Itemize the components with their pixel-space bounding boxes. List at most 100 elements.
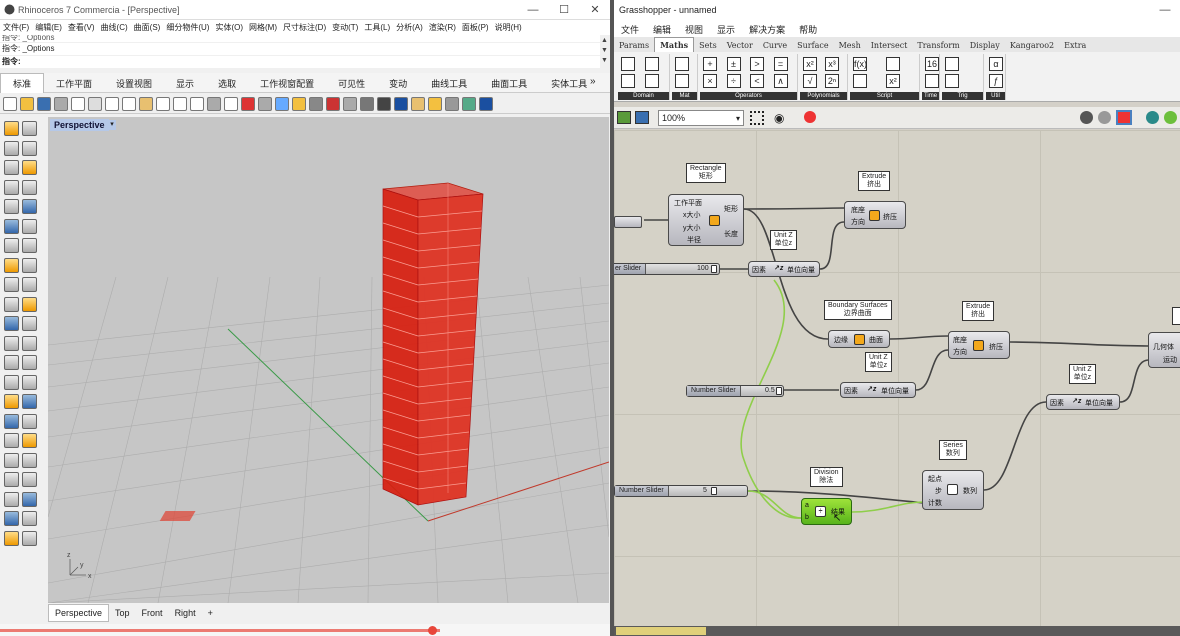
- ribbon-group-label[interactable]: Operators: [700, 92, 797, 100]
- document-icon[interactable]: [1146, 111, 1159, 124]
- save-file-icon[interactable]: [635, 111, 649, 124]
- viewport-tab-perspective[interactable]: Perspective: [48, 604, 110, 622]
- side-tool-21-1-icon[interactable]: [22, 530, 37, 546]
- slider3-knob[interactable]: [711, 487, 717, 495]
- side-tool-18-0-icon[interactable]: [4, 472, 19, 487]
- toolbar-tool-24-icon[interactable]: [411, 96, 425, 111]
- rhino-tab-1[interactable]: 工作平面: [44, 74, 104, 94]
- gh-tab-surface[interactable]: Surface: [792, 39, 833, 52]
- ribbon-5-1-icon[interactable]: [925, 74, 939, 88]
- zoom-extents-icon[interactable]: [750, 111, 764, 125]
- ribbon-2-4-icon[interactable]: >: [750, 57, 764, 71]
- side-tool-6-0-icon[interactable]: [4, 238, 19, 253]
- ribbon-0-0-icon[interactable]: [621, 57, 635, 71]
- ribbon-4-3-icon[interactable]: x²: [886, 74, 900, 88]
- toolbar-tool-27-icon[interactable]: [462, 96, 476, 111]
- side-tool-15-0-icon[interactable]: [4, 413, 19, 429]
- side-tool-17-0-icon[interactable]: [4, 452, 19, 468]
- rhino-tab-7[interactable]: 变动: [377, 74, 419, 94]
- gh-tab-kangaroo2[interactable]: Kangaroo2: [1005, 39, 1059, 52]
- series-component[interactable]: 起点 步 计数 数列: [922, 470, 984, 510]
- side-tool-8-1-icon[interactable]: [22, 277, 37, 292]
- side-tool-14-1-icon[interactable]: [22, 394, 37, 409]
- toolbar-tool-17-icon[interactable]: [292, 96, 306, 111]
- ribbon-group-label[interactable]: Script: [850, 92, 919, 100]
- ribbon-3-0-icon[interactable]: x²: [803, 57, 817, 71]
- zoom-select[interactable]: 100%: [658, 110, 744, 126]
- rhino-menu-item-14[interactable]: 说明(H): [492, 20, 525, 35]
- input-param-stub[interactable]: [614, 216, 642, 228]
- rhino-menu-item-0[interactable]: 文件(F): [0, 20, 32, 35]
- side-tool-17-1-icon[interactable]: [22, 452, 37, 468]
- rhino-menu-item-1[interactable]: 编辑(E): [32, 20, 65, 35]
- side-tool-19-1-icon[interactable]: [22, 491, 37, 507]
- gh-tab-transform[interactable]: Transform: [912, 39, 964, 52]
- toolbar-tool-4-icon[interactable]: [71, 96, 85, 111]
- ribbon-1-0-icon[interactable]: [675, 57, 689, 71]
- ribbon-2-7-icon[interactable]: ∧: [773, 74, 788, 88]
- side-tool-21-0-icon[interactable]: [4, 530, 19, 546]
- side-tool-15-1-icon[interactable]: [22, 413, 37, 429]
- toolbar-tool-1-icon[interactable]: [20, 96, 34, 111]
- gh-canvas[interactable]: Rectangle 矩形 工作平面 x大小 y大小 半径 矩形 长度 Extrud…: [614, 130, 1180, 626]
- side-tool-16-0-icon[interactable]: [4, 433, 19, 448]
- division-component[interactable]: a b ÷ 结果 ↖: [801, 498, 852, 525]
- side-tool-11-0-icon[interactable]: [4, 335, 19, 351]
- gh-tab-extra[interactable]: Extra: [1059, 39, 1091, 52]
- gh-tab-maths[interactable]: Maths: [654, 37, 695, 52]
- preview-wire-icon[interactable]: [1080, 111, 1093, 124]
- ribbon-4-0-icon[interactable]: f(x): [853, 57, 867, 71]
- toolbar-tool-13-icon[interactable]: [224, 96, 238, 111]
- rhino-tab-4[interactable]: 选取: [206, 74, 248, 94]
- ribbon-2-1-icon[interactable]: ×: [703, 74, 717, 88]
- extrude2-component[interactable]: 底座 方向 挤压: [948, 331, 1010, 359]
- extrude1-component[interactable]: 底座 方向 挤压: [844, 201, 906, 229]
- side-tool-0-0-icon[interactable]: [4, 121, 19, 136]
- side-tool-13-1-icon[interactable]: [22, 374, 37, 390]
- gh-tab-display[interactable]: Display: [965, 39, 1005, 52]
- bake-icon[interactable]: [1164, 111, 1177, 124]
- toolbar-tool-20-icon[interactable]: [343, 96, 357, 111]
- command-prompt[interactable]: 指令:: [0, 56, 600, 68]
- ribbon-0-1-icon[interactable]: [621, 74, 635, 88]
- gh-tab-sets[interactable]: Sets: [694, 39, 722, 52]
- viewport-label[interactable]: Perspective: [50, 119, 109, 131]
- rhino-tab-3[interactable]: 显示: [164, 74, 206, 94]
- ribbon-2-6-icon[interactable]: =: [773, 57, 788, 71]
- side-tool-12-0-icon[interactable]: [4, 355, 19, 370]
- ribbon-group-label[interactable]: Time: [922, 92, 939, 100]
- side-tool-20-0-icon[interactable]: [4, 511, 19, 526]
- gh-tab-intersect[interactable]: Intersect: [866, 39, 913, 52]
- side-tool-19-0-icon[interactable]: [4, 491, 19, 507]
- side-tool-14-0-icon[interactable]: [4, 394, 19, 409]
- toolbar-tool-26-icon[interactable]: [445, 96, 459, 111]
- toolbar-tool-25-icon[interactable]: [428, 96, 442, 111]
- unitz1-component[interactable]: 因素 ↗z 单位向量: [748, 261, 820, 277]
- side-tool-10-1-icon[interactable]: [22, 316, 37, 331]
- preview-selected-icon[interactable]: [1116, 110, 1132, 125]
- slider3[interactable]: Number Slider 5: [614, 485, 748, 497]
- ribbon-2-5-icon[interactable]: <: [750, 74, 764, 88]
- minimize-button[interactable]: —: [518, 0, 548, 20]
- side-tool-12-1-icon[interactable]: [22, 355, 37, 370]
- side-tool-11-1-icon[interactable]: [22, 335, 37, 351]
- viewport-menu-arrow-icon[interactable]: ▾: [108, 120, 116, 130]
- rhino-menu-item-9[interactable]: 变动(T): [329, 20, 361, 35]
- side-tool-9-1-icon[interactable]: [22, 296, 37, 312]
- rhino-tab-2[interactable]: 设置视图: [104, 74, 164, 94]
- rhino-tab-8[interactable]: 曲线工具: [419, 74, 479, 94]
- rhino-menu-item-10[interactable]: 工具(L): [361, 20, 393, 35]
- side-tool-3-1-icon[interactable]: [22, 179, 37, 195]
- rhino-tab-5[interactable]: 工作视窗配置: [248, 74, 326, 94]
- ribbon-group-label[interactable]: Domain: [618, 92, 669, 100]
- ribbon-0-2-icon[interactable]: [645, 57, 659, 71]
- side-tool-16-1-icon[interactable]: [22, 433, 37, 448]
- gh-tab-vector[interactable]: Vector: [722, 39, 758, 52]
- toolbar-tool-9-icon[interactable]: [156, 96, 170, 111]
- side-tool-7-0-icon[interactable]: [4, 257, 19, 273]
- gh-minimize-button[interactable]: —: [1150, 0, 1180, 20]
- side-tool-1-0-icon[interactable]: [4, 140, 19, 156]
- viewport-tab-right[interactable]: Right: [169, 605, 202, 621]
- toolbar-tool-8-icon[interactable]: [139, 96, 153, 111]
- side-tool-20-1-icon[interactable]: [22, 511, 37, 526]
